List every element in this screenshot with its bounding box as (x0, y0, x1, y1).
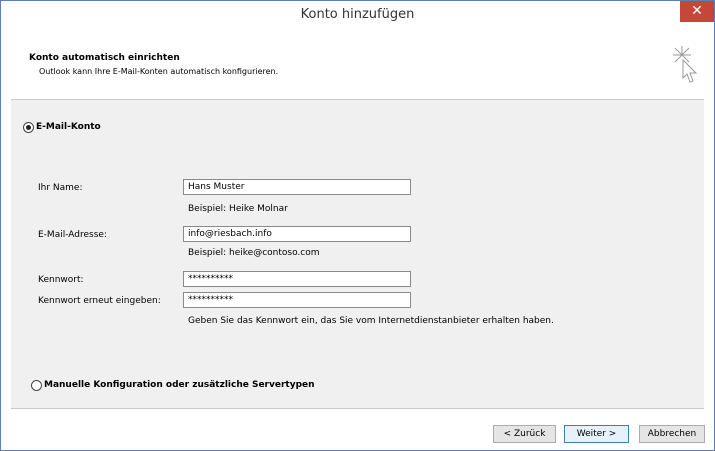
header-subtitle: Outlook kann Ihre E-Mail-Konten automati… (39, 67, 279, 76)
password-info: Geben Sie das Kennwort ein, das Sie vom … (188, 316, 554, 326)
name-input[interactable] (183, 179, 411, 195)
name-hint: Beispiel: Heike Molnar (188, 204, 288, 214)
manual-config-label: Manuelle Konfiguration oder zusätzliche … (44, 380, 315, 390)
manual-config-radio[interactable] (31, 380, 42, 391)
footer-bar: < Zurück Weiter > Abbrechen (1, 409, 714, 450)
password-label: Kennwort: (38, 275, 84, 285)
content-panel: E-Mail-Konto Ihr Name: Beispiel: Heike M… (11, 100, 704, 408)
window-title: Konto hinzufügen (300, 7, 415, 22)
title-bar: Konto hinzufügen ✕ (1, 1, 714, 31)
header-panel: Konto automatisch einrichten Outlook kan… (1, 38, 714, 93)
password-input[interactable] (183, 271, 411, 287)
email-input[interactable] (183, 226, 411, 242)
email-label: E-Mail-Adresse: (38, 230, 107, 240)
close-icon: ✕ (691, 3, 703, 19)
password-repeat-label: Kennwort erneut eingeben: (38, 296, 161, 306)
cancel-button[interactable]: Abbrechen (639, 425, 705, 443)
close-button[interactable]: ✕ (680, 1, 714, 22)
email-account-radio[interactable] (23, 122, 34, 133)
next-button[interactable]: Weiter > (564, 425, 629, 443)
name-label: Ihr Name: (38, 183, 83, 193)
add-account-dialog: Konto hinzufügen ✕ Konto automatisch ein… (0, 0, 715, 451)
email-hint: Beispiel: heike@contoso.com (188, 248, 320, 258)
password-repeat-input[interactable] (183, 292, 411, 308)
sparkle-cursor-icon (673, 46, 698, 83)
email-account-label: E-Mail-Konto (36, 122, 101, 132)
header-title: Konto automatisch einrichten (29, 53, 180, 63)
back-button[interactable]: < Zurück (493, 425, 556, 443)
